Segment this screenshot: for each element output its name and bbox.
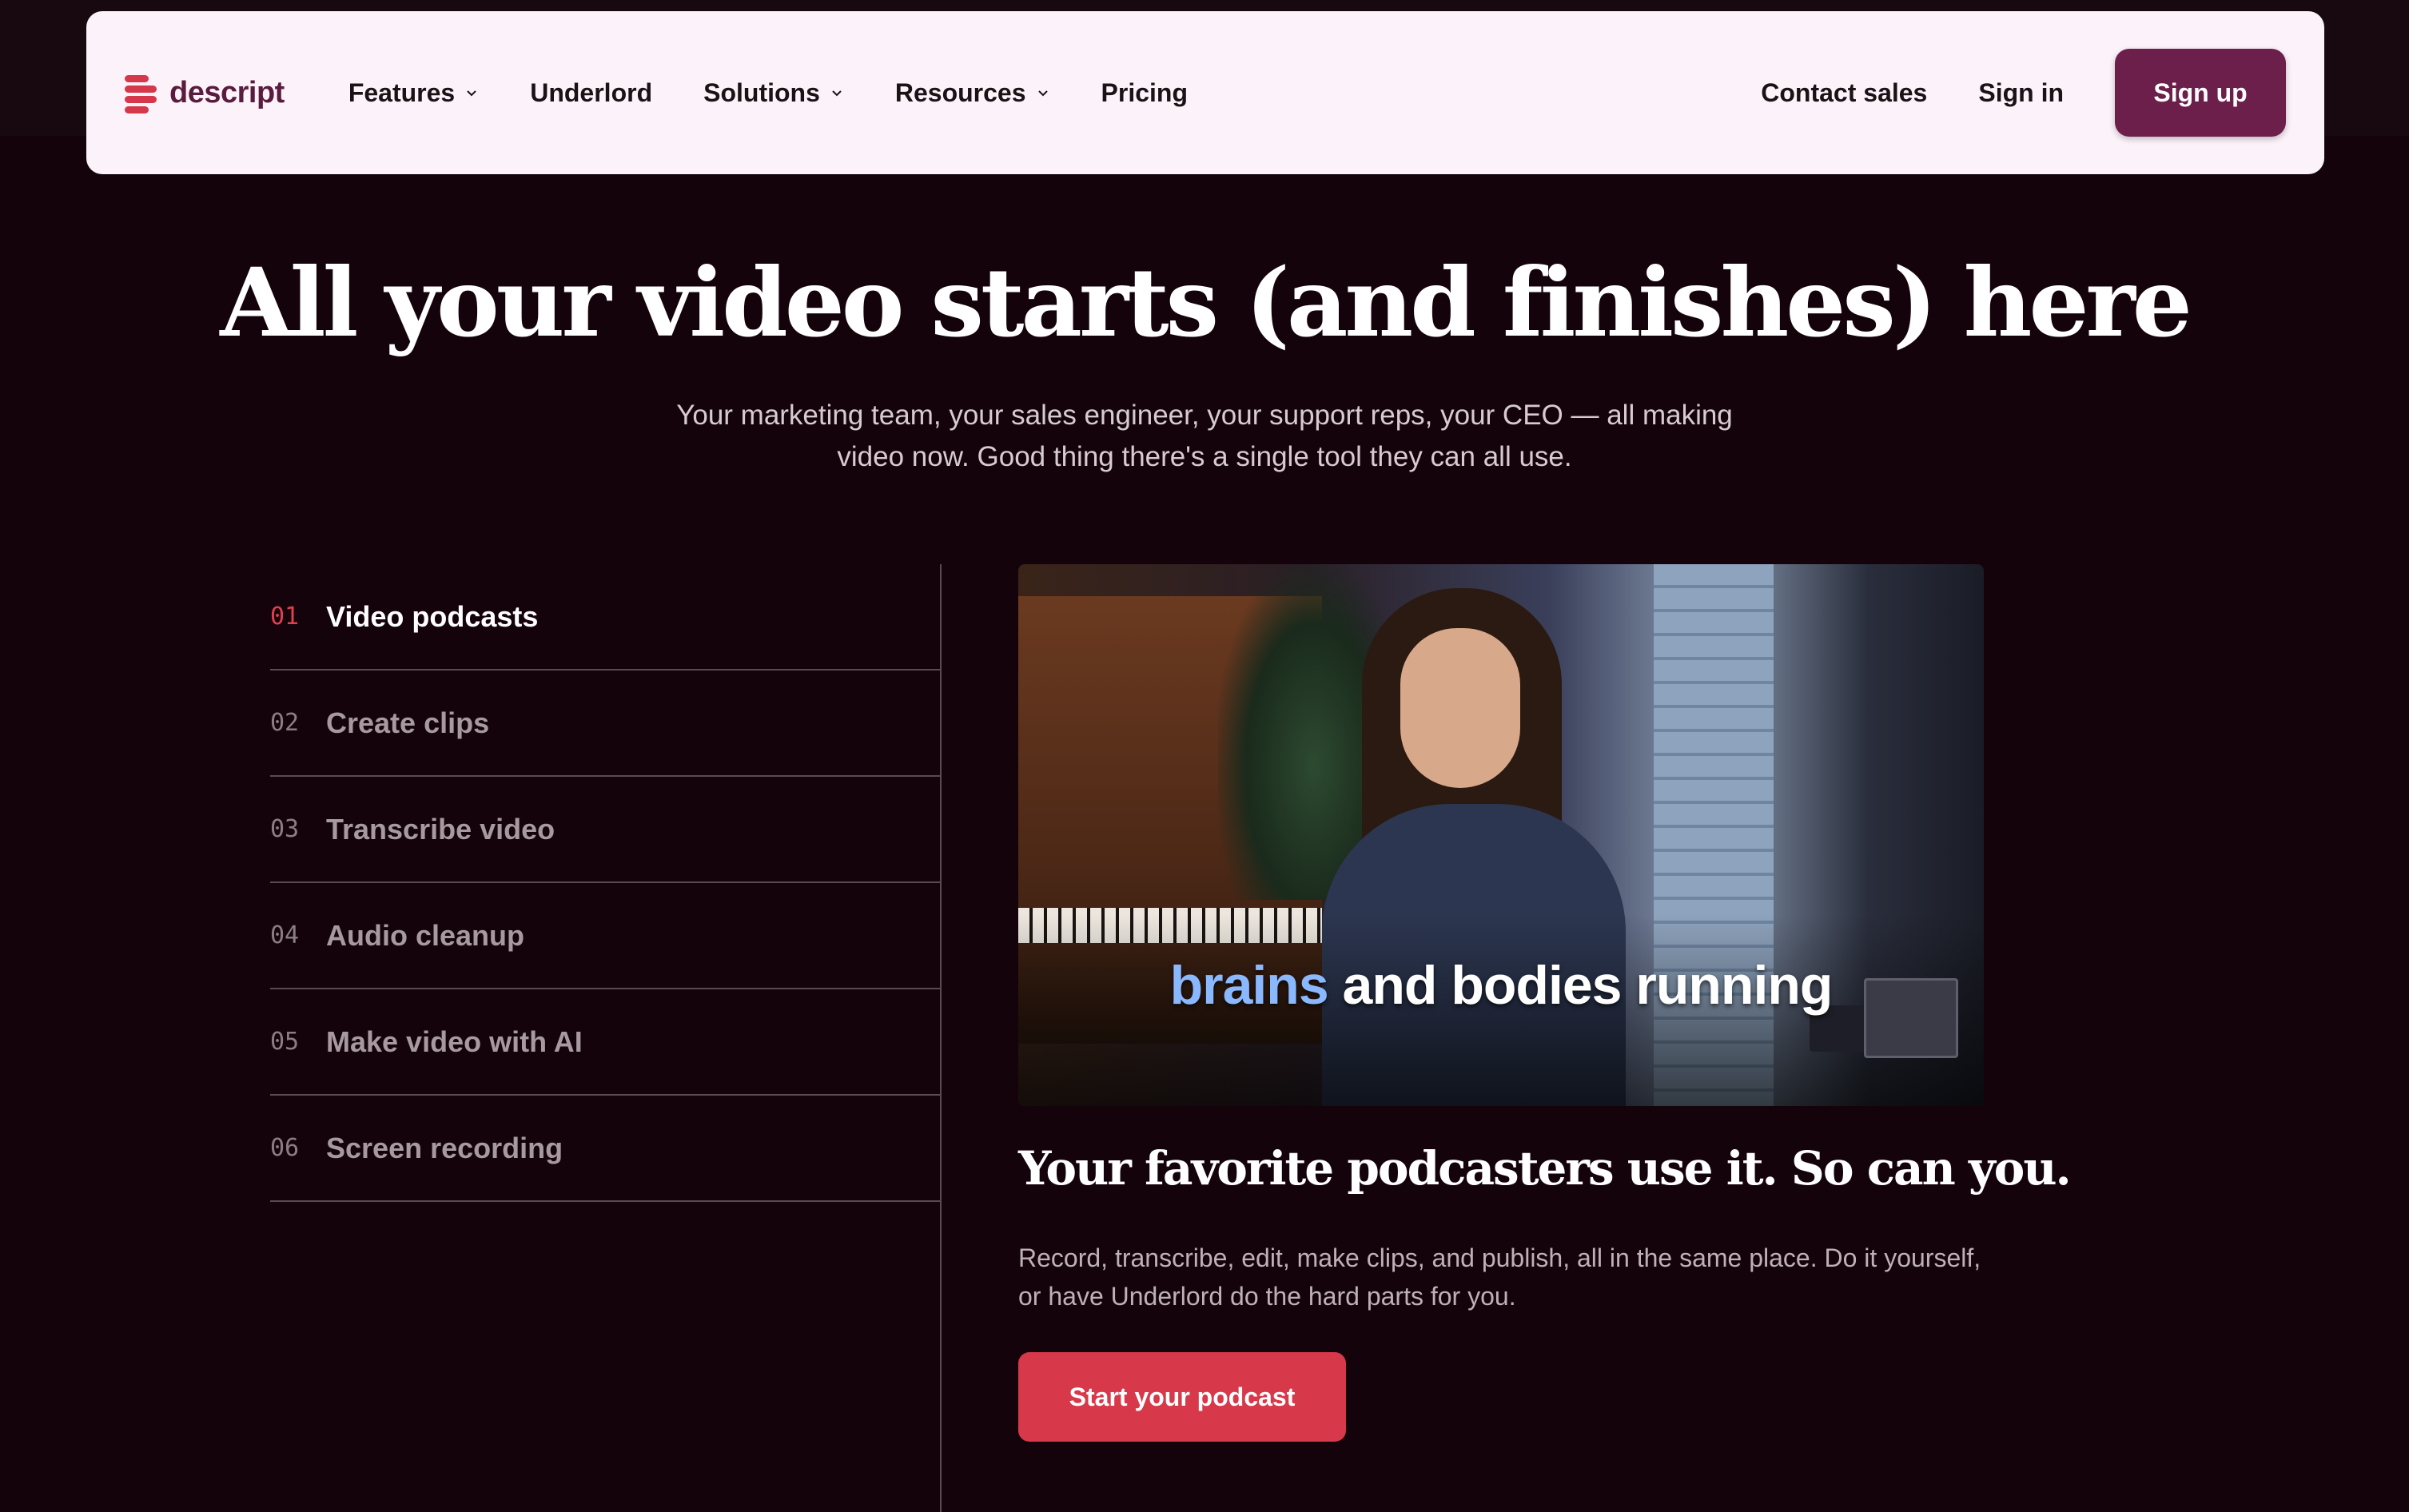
caption-highlight-word: brains [1169,955,1329,1016]
panel-title: Your favorite podcasters use it. So can … [1018,1141,2072,1196]
contact-sales-link[interactable]: Contact sales [1761,78,1927,108]
nav-resources-label: Resources [894,78,1026,107]
use-case-number: 03 [270,815,300,843]
nav-underlord-label: Underlord [530,78,653,107]
brand-name: descript [169,75,285,109]
caption-rest: and bodies running [1328,955,1834,1016]
nav-features-label: Features [348,78,456,107]
use-case-label: Make video with AI [326,1025,583,1058]
use-case-tab-audio-cleanup[interactable]: 04 Audio cleanup [270,883,942,989]
nav-resources[interactable]: Resources [895,78,1050,108]
use-case-tab-screen-recording[interactable]: 06 Screen recording [270,1096,942,1202]
use-case-label: Video podcasts [326,599,539,633]
panel-description: Record, transcribe, edit, make clips, an… [1018,1243,1981,1311]
use-case-number: 05 [270,1028,300,1056]
use-case-number: 01 [270,603,300,631]
use-case-label: Create clips [326,706,490,739]
use-case-tab-video-podcasts[interactable]: 01 Video podcasts [270,564,942,670]
primary-nav: Features Underlord Solutions Resources P… [348,78,1188,108]
demo-video[interactable]: brains and bodies running [1018,564,1984,1106]
sign-in-link[interactable]: Sign in [1978,78,2064,108]
use-case-label: Screen recording [326,1131,563,1164]
use-case-number: 04 [270,921,300,949]
descript-logo[interactable]: descript [125,72,285,113]
use-case-label: Transcribe video [326,812,555,846]
sign-up-button[interactable]: Sign up [2115,49,2286,137]
chevron-down-icon [467,90,476,97]
hero-subtitle: Your marketing team, your sales engineer… [676,400,1733,472]
video-caption: brains and bodies running [1018,954,1984,1017]
nav-pricing[interactable]: Pricing [1101,78,1188,108]
descript-logo-icon [125,72,160,113]
use-case-number: 06 [270,1134,300,1162]
hero-title: All your video starts (and finishes) her… [220,247,2192,358]
nav-pricing-label: Pricing [1101,78,1188,107]
list-divider [940,564,942,1512]
start-podcast-button[interactable]: Start your podcast [1018,1352,1346,1442]
chevron-down-icon [832,90,842,97]
use-case-tab-transcribe-video[interactable]: 03 Transcribe video [270,777,942,883]
speaker-face [1400,628,1520,788]
chevron-down-icon [1037,90,1048,97]
use-case-tab-make-video-with-ai[interactable]: 05 Make video with AI [270,989,942,1096]
use-case-label: Audio cleanup [326,918,525,952]
nav-underlord[interactable]: Underlord [530,78,652,108]
top-nav: descript Features Underlord Solutions Re… [86,11,2324,174]
use-case-tab-create-clips[interactable]: 02 Create clips [270,670,942,777]
use-case-number: 02 [270,709,300,737]
nav-solutions[interactable]: Solutions [703,78,844,108]
nav-actions: Contact sales Sign in Sign up [1761,49,2286,137]
nav-features[interactable]: Features [348,78,479,108]
use-case-list: 01 Video podcasts 02 Create clips 03 Tra… [270,564,942,1202]
nav-solutions-label: Solutions [703,78,820,107]
